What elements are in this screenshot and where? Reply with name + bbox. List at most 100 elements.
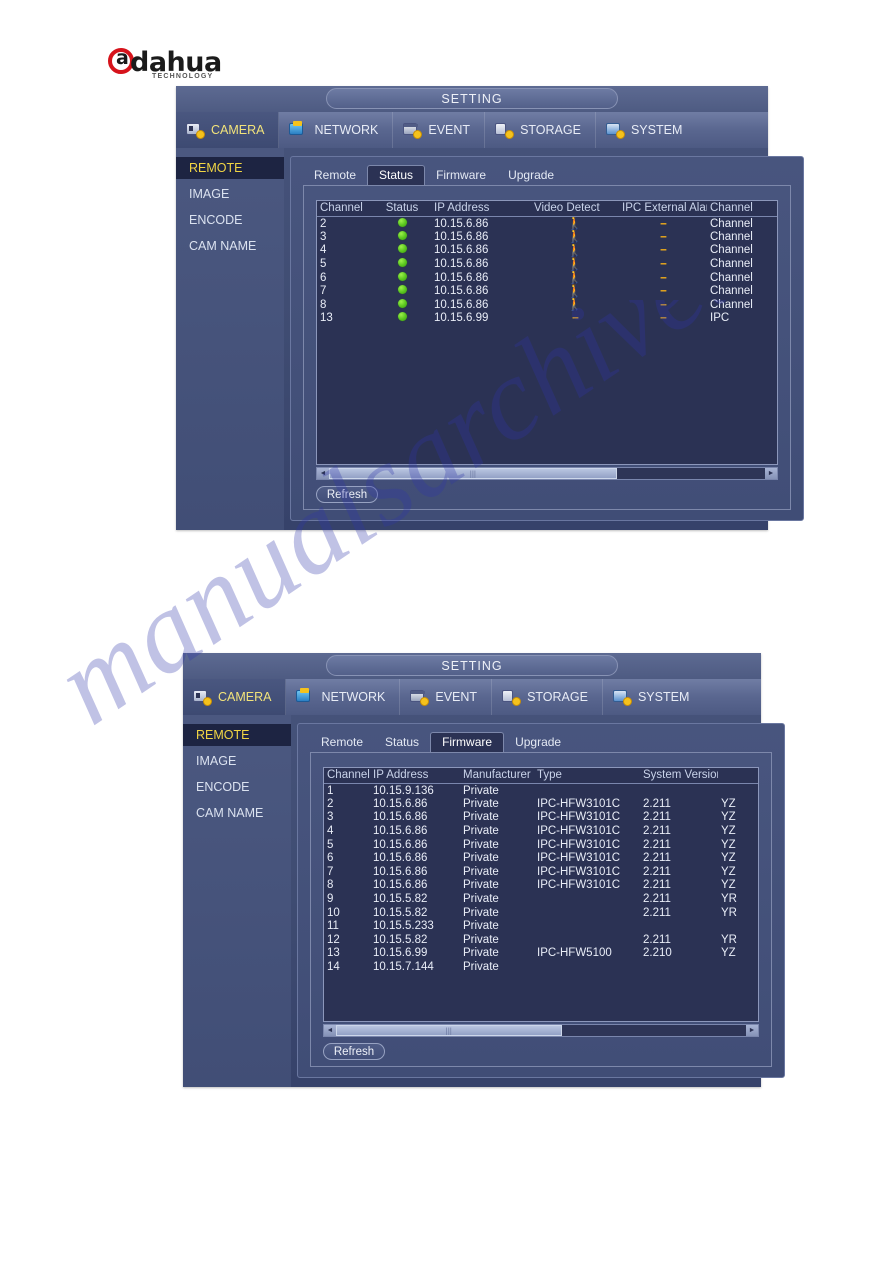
cell-channel: 6 <box>320 271 327 284</box>
cell-manufacturer: Private <box>463 865 499 878</box>
scroll-left-arrow-icon[interactable]: ◄ <box>324 1025 336 1036</box>
table-row[interactable]: 7 10.15.6.86 Private IPC-HFW3101C 2.211 YZ <box>324 865 758 879</box>
cell-channel: 4 <box>320 244 327 257</box>
status-tabpanel: Channel Status IP Address Video Detect I… <box>303 185 791 510</box>
table-row[interactable]: 13 10.15.6.99 -- -- IPC <box>317 312 777 326</box>
scrollbar-thumb[interactable] <box>336 1025 562 1036</box>
table-row[interactable]: 6 10.15.6.86 Private IPC-HFW3101C 2.211 YZ <box>324 851 758 865</box>
nav-item-storage[interactable]: STORAGE <box>485 112 596 148</box>
window-titlebar: SETTING <box>176 86 768 112</box>
storage-icon <box>495 122 515 139</box>
tab-firmware[interactable]: Firmware <box>425 166 497 185</box>
cell-ip-address: 10.15.6.86 <box>373 811 428 824</box>
nav-item-event[interactable]: EVENT <box>393 112 486 148</box>
sidebar-item-cam-name[interactable]: CAM NAME <box>176 235 284 257</box>
cell-channel: 14 <box>327 961 340 974</box>
cell-ip-address: 10.15.6.99 <box>434 312 489 325</box>
table-row[interactable]: 7 10.15.6.86 🚶 -- Channel <box>317 284 777 298</box>
tab-status[interactable]: Status <box>367 165 426 185</box>
table-row[interactable]: 4 10.15.6.86 🚶 -- Channel <box>317 244 777 258</box>
cell-ip-address: 10.15.6.86 <box>373 825 428 838</box>
tab-remote[interactable]: Remote <box>303 166 367 185</box>
horizontal-scrollbar[interactable]: ◄ ► <box>323 1024 759 1037</box>
table-row[interactable]: 14 10.15.7.144 Private <box>324 960 758 974</box>
nav-item-system[interactable]: SYSTEM <box>596 112 696 148</box>
button-row: Refresh <box>316 485 778 503</box>
scrollbar-thumb[interactable] <box>329 468 617 479</box>
content-area: Remote Status Firmware Upgrade <box>291 715 794 1087</box>
status-table-container[interactable]: Channel Status IP Address Video Detect I… <box>316 200 778 465</box>
status-online-icon <box>397 298 407 308</box>
table-row[interactable]: 2 10.15.6.86 Private IPC-HFW3101C 2.211 YZ <box>324 797 758 811</box>
cell-channel: 11 <box>327 920 339 933</box>
table-row[interactable]: 5 10.15.6.86 Private IPC-HFW3101C 2.211 YZ <box>324 838 758 852</box>
sidebar-item-cam-name[interactable]: CAM NAME <box>183 802 291 824</box>
cell-system-version: 2.211 <box>643 865 671 878</box>
cell-status <box>373 298 431 312</box>
table-row[interactable]: 2 10.15.6.86 🚶 -- Channel <box>317 217 777 231</box>
sidebar-item-encode[interactable]: ENCODE <box>176 209 284 231</box>
scrollbar-track[interactable] <box>329 468 765 479</box>
table-row[interactable]: 3 10.15.6.86 🚶 -- Channel <box>317 230 777 244</box>
setting-window-status: SETTING CAMERA NETWORK EVENT STORAGE SYS… <box>176 86 804 530</box>
table-row[interactable]: 12 10.15.5.82 Private 2.211 YR <box>324 933 758 947</box>
cell-channel-2: Channel <box>710 217 753 230</box>
table-row[interactable]: 9 10.15.5.82 Private 2.211 YR <box>324 892 758 906</box>
col-extra <box>718 768 758 784</box>
status-online-icon <box>397 258 407 268</box>
cell-type: IPC-HFW3101C <box>537 852 621 865</box>
nav-label: EVENT <box>435 690 478 704</box>
table-row[interactable]: 13 10.15.6.99 Private IPC-HFW5100 2.210 YZ <box>324 947 758 961</box>
table-row[interactable]: 8 10.15.6.86 Private IPC-HFW3101C 2.211 YZ <box>324 879 758 893</box>
scrollbar-track[interactable] <box>336 1025 746 1036</box>
refresh-button[interactable]: Refresh <box>323 1043 385 1060</box>
cell-video-detect: 🚶 <box>531 298 619 312</box>
sidebar-item-remote[interactable]: REMOTE <box>176 157 284 179</box>
nav-item-camera[interactable]: CAMERA <box>176 112 280 148</box>
cell-channel: 13 <box>320 312 333 325</box>
sidebar-item-remote[interactable]: REMOTE <box>183 724 291 746</box>
table-row[interactable]: 1 10.15.9.136 Private <box>324 784 758 798</box>
table-row[interactable]: 8 10.15.6.86 🚶 -- Channel <box>317 298 777 312</box>
tab-upgrade[interactable]: Upgrade <box>504 733 572 752</box>
nav-item-event[interactable]: EVENT <box>400 679 493 715</box>
tab-status[interactable]: Status <box>374 733 430 752</box>
nav-item-storage[interactable]: STORAGE <box>492 679 603 715</box>
tab-remote[interactable]: Remote <box>310 733 374 752</box>
nav-item-network[interactable]: NETWORK <box>279 112 394 148</box>
empty-dash: -- <box>660 230 667 243</box>
scroll-right-arrow-icon[interactable]: ► <box>746 1025 758 1036</box>
cell-ip-address: 10.15.6.86 <box>373 852 428 865</box>
cell-type: IPC-HFW3101C <box>537 838 621 851</box>
tab-firmware[interactable]: Firmware <box>430 732 505 752</box>
nav-item-camera[interactable]: CAMERA <box>183 679 287 715</box>
nav-item-network[interactable]: NETWORK <box>286 679 401 715</box>
table-header-row: Channel Status IP Address Video Detect I… <box>317 201 777 217</box>
sidebar-item-encode[interactable]: ENCODE <box>183 776 291 798</box>
refresh-button[interactable]: Refresh <box>316 486 378 503</box>
table-row[interactable]: 5 10.15.6.86 🚶 -- Channel <box>317 257 777 271</box>
col-ip-address: IP Address <box>431 201 531 217</box>
status-online-icon <box>397 312 407 322</box>
horizontal-scrollbar[interactable]: ◄ ► <box>316 467 778 480</box>
cell-extra <box>718 784 758 798</box>
table-row[interactable]: 10 10.15.5.82 Private 2.211 YR <box>324 906 758 920</box>
sidebar-item-image[interactable]: IMAGE <box>176 183 284 205</box>
cell-ipc-alarm: -- <box>619 257 707 271</box>
system-icon <box>605 122 625 139</box>
cell-ipc-alarm: -- <box>619 271 707 285</box>
tab-upgrade[interactable]: Upgrade <box>497 166 565 185</box>
scroll-left-arrow-icon[interactable]: ◄ <box>317 468 329 479</box>
nav-item-system[interactable]: SYSTEM <box>603 679 703 715</box>
table-row[interactable]: 4 10.15.6.86 Private IPC-HFW3101C 2.211 YZ <box>324 824 758 838</box>
cell-channel: 2 <box>320 217 327 230</box>
scroll-right-arrow-icon[interactable]: ► <box>765 468 777 479</box>
table-row[interactable]: 6 10.15.6.86 🚶 -- Channel <box>317 271 777 285</box>
cell-manufacturer: Private <box>463 838 499 851</box>
status-online-icon <box>397 230 407 240</box>
cell-system-version: 2.210 <box>643 947 672 960</box>
sidebar-item-image[interactable]: IMAGE <box>183 750 291 772</box>
table-row[interactable]: 11 10.15.5.233 Private <box>324 919 758 933</box>
table-row[interactable]: 3 10.15.6.86 Private IPC-HFW3101C 2.211 YZ <box>324 811 758 825</box>
firmware-table-container[interactable]: Channel IP Address Manufacturer Type Sys… <box>323 767 759 1022</box>
